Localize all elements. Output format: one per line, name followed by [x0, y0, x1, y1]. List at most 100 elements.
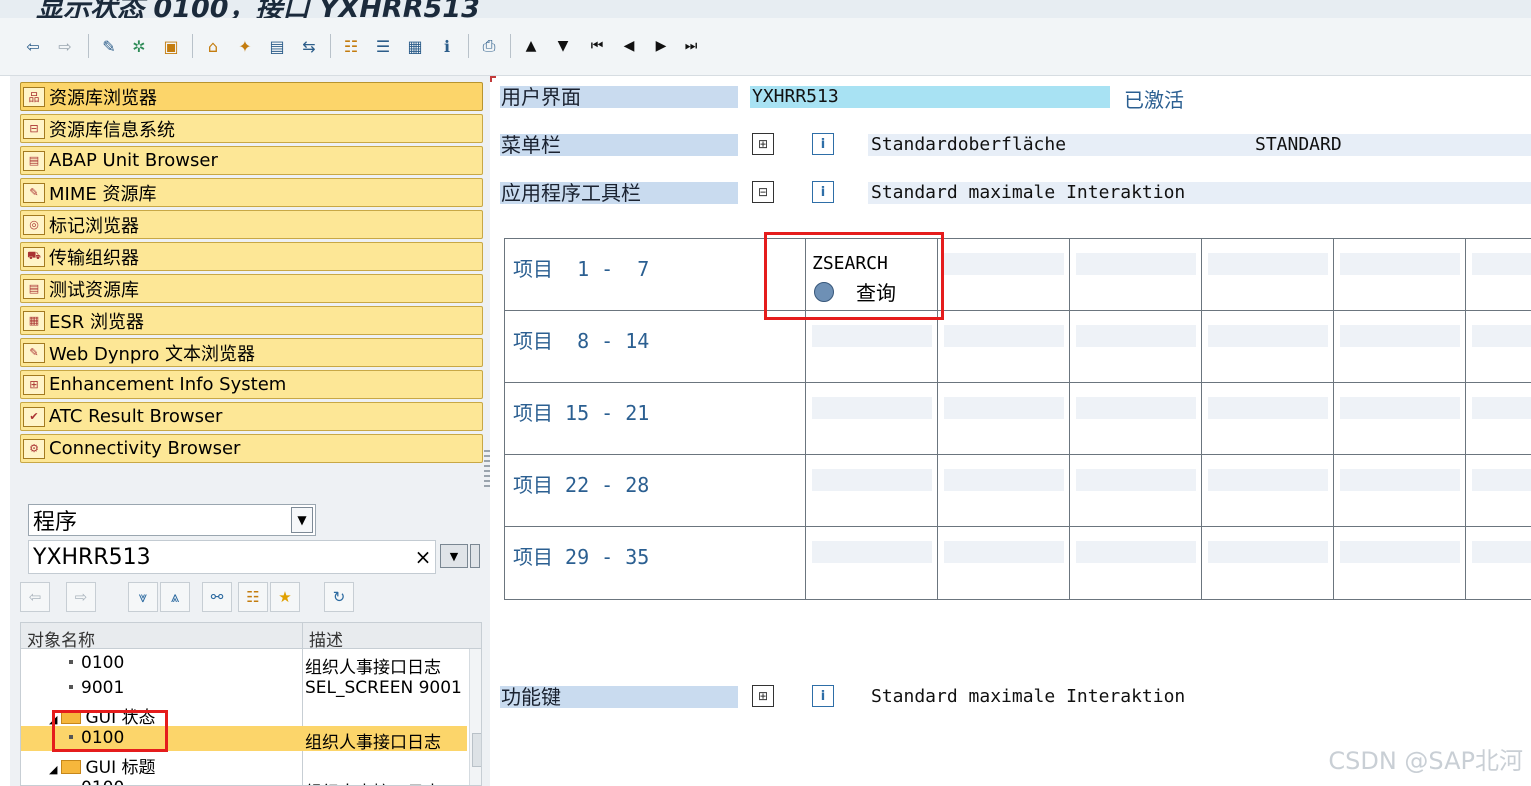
- refresh-icon[interactable]: ↻: [324, 582, 354, 612]
- nav-esr-browser[interactable]: ▦ ESR 浏览器: [20, 306, 483, 335]
- nav-abap-unit-browser[interactable]: ▤ ABAP Unit Browser: [20, 146, 483, 175]
- other-object-icon[interactable]: ▣: [160, 34, 182, 58]
- grid-cell[interactable]: [1333, 383, 1465, 455]
- function-code-field[interactable]: [1208, 325, 1328, 347]
- grid-cell[interactable]: [1333, 311, 1465, 383]
- function-code-field[interactable]: [1472, 325, 1531, 347]
- info-icon[interactable]: i: [812, 685, 834, 707]
- function-code-field[interactable]: [1472, 397, 1531, 419]
- function-code-field[interactable]: [944, 253, 1064, 275]
- grid-cell[interactable]: [1465, 239, 1531, 311]
- previous-page-icon[interactable]: ◀: [618, 34, 640, 58]
- grid-cell[interactable]: [1465, 527, 1531, 599]
- scroll-down-icon[interactable]: ▼: [552, 34, 574, 58]
- grid-cell[interactable]: [1333, 239, 1465, 311]
- print-icon[interactable]: ⎙: [478, 34, 500, 58]
- info-icon[interactable]: i: [812, 181, 834, 203]
- expand-menu-icon[interactable]: ⊞: [752, 133, 774, 155]
- nav-test-repository[interactable]: ▤ 测试资源库: [20, 274, 483, 303]
- hierarchy-icon[interactable]: ☷: [238, 582, 268, 612]
- grid-cell[interactable]: [1201, 311, 1333, 383]
- function-code-field[interactable]: [1208, 397, 1328, 419]
- tree-folder-row[interactable]: ◢ GUI 标题: [21, 751, 467, 778]
- tree-back-icon[interactable]: ⇦: [20, 582, 50, 612]
- grid-cell[interactable]: [805, 383, 937, 455]
- function-code-field[interactable]: [1208, 541, 1328, 563]
- function-code-field[interactable]: [1208, 253, 1328, 275]
- grid-cell[interactable]: [937, 527, 1069, 599]
- expand-toolbar-icon[interactable]: ⊟: [752, 181, 774, 203]
- grid-cell[interactable]: [937, 455, 1069, 527]
- function-code-field[interactable]: [812, 469, 932, 491]
- function-code-field[interactable]: [944, 325, 1064, 347]
- tree-row[interactable]: 0100 组织人事接口日志: [21, 776, 467, 785]
- nav-connectivity-browser[interactable]: ⚙ Connectivity Browser: [20, 434, 483, 463]
- scrollbar-thumb[interactable]: [472, 733, 481, 767]
- object-type-select[interactable]: 程序 ▼: [28, 504, 316, 536]
- chevron-down-icon[interactable]: ▼: [291, 507, 313, 533]
- grid-cell[interactable]: [1201, 527, 1333, 599]
- grid-cell[interactable]: [1333, 527, 1465, 599]
- function-code-field[interactable]: [1208, 469, 1328, 491]
- grid-cell[interactable]: [1069, 527, 1201, 599]
- next-page-icon[interactable]: ▶: [650, 34, 672, 58]
- function-code-field[interactable]: [944, 397, 1064, 419]
- function-code-field[interactable]: [1340, 325, 1460, 347]
- function-code-field[interactable]: [1076, 253, 1196, 275]
- chevron-down-icon[interactable]: ◢: [49, 763, 57, 776]
- nav-mime-repository[interactable]: ✎ MIME 资源库: [20, 178, 483, 207]
- first-page-icon[interactable]: ⏮: [586, 34, 608, 58]
- function-code-field[interactable]: [1340, 469, 1460, 491]
- function-code-field[interactable]: [944, 541, 1064, 563]
- grid-cell[interactable]: [805, 311, 937, 383]
- display-change-icon[interactable]: ✎: [98, 34, 120, 58]
- function-code-field[interactable]: [1472, 253, 1531, 275]
- function-code-field[interactable]: [1472, 469, 1531, 491]
- grid-cell[interactable]: [1069, 239, 1201, 311]
- nav-atc-result-browser[interactable]: ✔ ATC Result Browser: [20, 402, 483, 431]
- grid-cell[interactable]: [1069, 383, 1201, 455]
- function-code-field[interactable]: [1076, 397, 1196, 419]
- function-code-field[interactable]: [812, 397, 932, 419]
- grid-cell[interactable]: [1201, 239, 1333, 311]
- info-icon[interactable]: ℹ: [436, 34, 458, 58]
- function-code-field[interactable]: [1076, 541, 1196, 563]
- grid-cell[interactable]: [1069, 455, 1201, 527]
- display-button[interactable]: [470, 544, 480, 568]
- tree-row[interactable]: 0100 组织人事接口日志: [21, 651, 467, 678]
- layout-icon[interactable]: ☰: [372, 34, 394, 58]
- nav-enhancement-info-system[interactable]: ⊞ Enhancement Info System: [20, 370, 483, 399]
- tree-forward-icon[interactable]: ⇨: [66, 582, 96, 612]
- where-used-icon[interactable]: ⌂: [202, 34, 224, 58]
- grid-cell[interactable]: [1465, 455, 1531, 527]
- clear-icon[interactable]: ×: [411, 545, 435, 569]
- dropdown-arrow-icon[interactable]: ▼: [440, 544, 468, 568]
- back-arrow-icon[interactable]: ⇦: [22, 34, 44, 58]
- function-code-field[interactable]: [1340, 541, 1460, 563]
- grid-cell[interactable]: [1465, 311, 1531, 383]
- active-inactive-icon[interactable]: ✲: [128, 34, 150, 58]
- expand-all-icon[interactable]: ⩔: [128, 582, 158, 612]
- scroll-up-icon[interactable]: ▲: [520, 34, 542, 58]
- tree-scrollbar[interactable]: [469, 649, 481, 785]
- tree-row[interactable]: 9001 SEL_SCREEN 9001: [21, 676, 467, 701]
- nav-transport-organizer[interactable]: ⛟ 传输组织器: [20, 242, 483, 271]
- favorites-star-icon[interactable]: ★: [270, 582, 300, 612]
- last-page-icon[interactable]: ⏭: [680, 34, 702, 58]
- nav-webdynpro-text-browser[interactable]: ✎ Web Dynpro 文本浏览器: [20, 338, 483, 367]
- binoculars-icon[interactable]: ⚯: [202, 582, 232, 612]
- function-code-field[interactable]: [1076, 325, 1196, 347]
- grid-cell[interactable]: [1465, 383, 1531, 455]
- function-code-field[interactable]: [1076, 469, 1196, 491]
- test-icon[interactable]: ▤: [266, 34, 288, 58]
- grid-cell[interactable]: [1069, 311, 1201, 383]
- nav-tag-browser[interactable]: ◎ 标记浏览器: [20, 210, 483, 239]
- info-icon[interactable]: i: [812, 133, 834, 155]
- list-icon[interactable]: ▦: [404, 34, 426, 58]
- magic-wand-icon[interactable]: ✦: [234, 34, 256, 58]
- grid-cell[interactable]: [1201, 383, 1333, 455]
- grid-cell[interactable]: [937, 239, 1069, 311]
- object-name-input[interactable]: YXHRR513 ×: [28, 540, 436, 574]
- function-code-field[interactable]: [812, 325, 932, 347]
- function-code-field[interactable]: [1340, 397, 1460, 419]
